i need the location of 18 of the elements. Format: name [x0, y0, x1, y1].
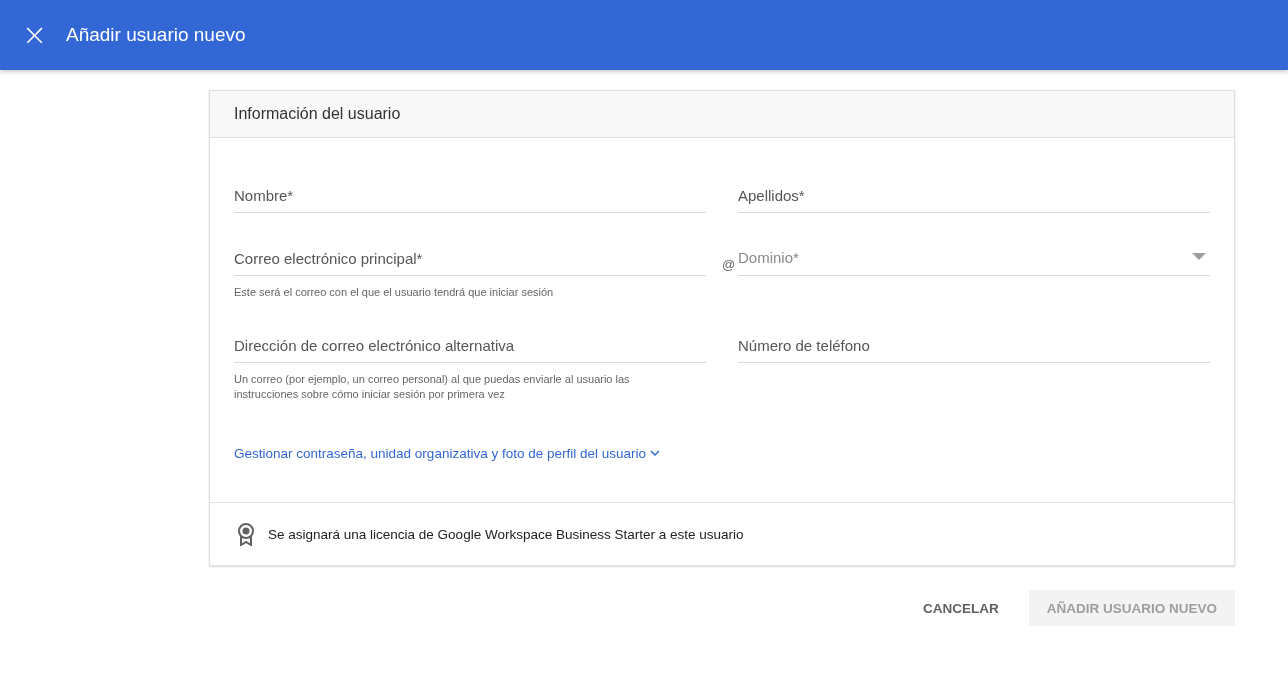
close-button[interactable]: ×	[22, 20, 46, 50]
award-badge-icon	[236, 522, 256, 546]
page-title: Añadir usuario nuevo	[66, 24, 246, 46]
field-hint: Un correo (por ejemplo, un correo personal) al que puedas enviarle al usuario las instrucciones sobre cómo iniciar sesión por primera vez	[234, 372, 631, 402]
at-sign: @	[722, 257, 737, 274]
text-field[interactable]: Correo electrónico principal*	[234, 241, 706, 276]
text-field[interactable]: Número de teléfono	[738, 328, 1210, 363]
license-note: Se asignará una licencia de Google Workspace Business Starter a este usuario	[268, 526, 744, 542]
text-field[interactable]: Apellidos*	[738, 178, 1210, 213]
field-hint: Este será el correo con el que el usuario tendrá que iniciar sesión	[234, 285, 555, 300]
chevron-down-icon	[650, 450, 660, 457]
dropdown-field[interactable]: Dominio*	[738, 239, 1210, 276]
manage-options-link[interactable]: Gestionar contraseña, unidad organizativa y foto de perfil del usuario	[234, 446, 660, 461]
text-field[interactable]: Nombre*	[234, 178, 706, 213]
dropdown-caret-icon	[1192, 253, 1206, 261]
text-field[interactable]: Dirección de correo electrónico alternativa	[234, 328, 706, 363]
card-title: Información del usuario	[234, 105, 401, 123]
cancel-button[interactable]: CANCELAR	[905, 590, 1017, 626]
